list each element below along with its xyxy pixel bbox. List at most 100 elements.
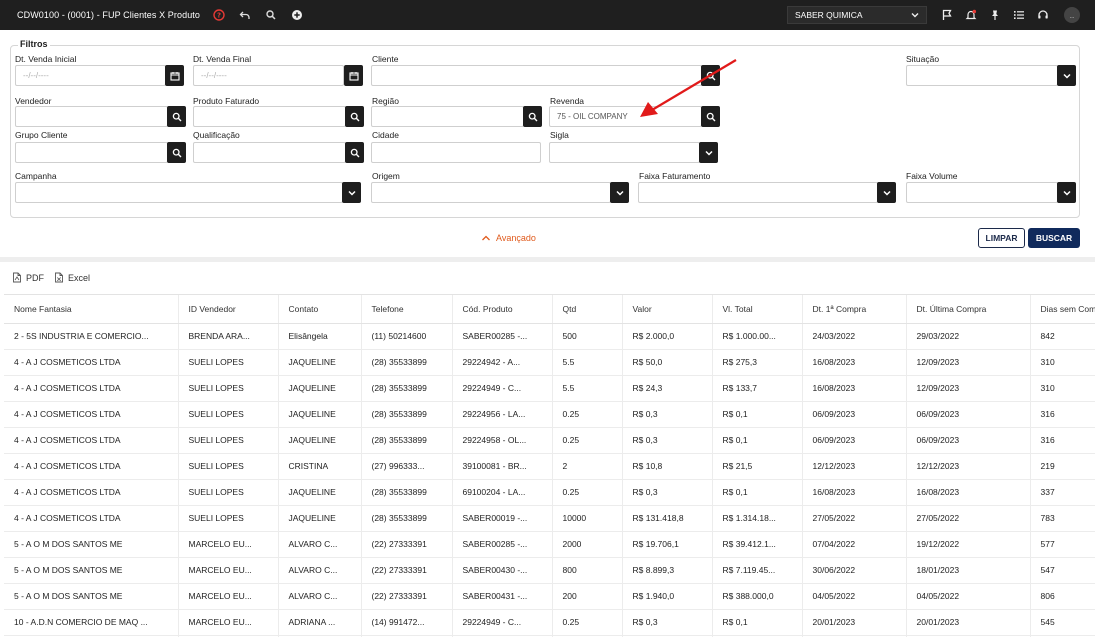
table-cell: 783 (1030, 505, 1095, 532)
notification-bell-icon[interactable] (964, 8, 978, 22)
advanced-toggle[interactable]: Avançado (481, 233, 536, 243)
table-cell: MARCELO EU... (178, 531, 279, 558)
sigla-dropdown-button[interactable] (699, 142, 718, 163)
situacao-select[interactable] (906, 65, 1058, 86)
cidade-field[interactable] (371, 142, 541, 163)
column-header[interactable]: Vl. Total (712, 295, 803, 324)
table-cell: 219 (1030, 453, 1095, 480)
table-cell: R$ 1.314.18... (712, 505, 803, 532)
column-header[interactable]: ID Vendedor (178, 295, 279, 324)
regiao-search-button[interactable] (523, 106, 542, 127)
search-icon[interactable] (264, 8, 278, 22)
table-cell: 4 - A J COSMETICOS LTDA (4, 453, 179, 480)
faixa-volume-dropdown-button[interactable] (1057, 182, 1076, 203)
vendedor-field[interactable] (15, 106, 168, 127)
table-cell: SABER00019 -... (452, 505, 553, 532)
table-cell: BRENDA ARA... (178, 323, 279, 350)
list-icon[interactable] (1012, 8, 1026, 22)
revenda-search-button[interactable] (701, 106, 720, 127)
table-cell: 06/09/2023 (906, 427, 1031, 454)
export-pdf-button[interactable]: PDF (12, 272, 44, 283)
revenda-field[interactable]: 75 - OIL COMPANY (549, 106, 702, 127)
table-cell: JAQUELINE (278, 375, 362, 402)
table-cell: 10 - A.D.N COMERCIO DE MAQ ... (4, 609, 179, 636)
title-bar: CDW0100 - (0001) - FUP Clientes X Produt… (0, 0, 1095, 30)
column-header[interactable]: Cód. Produto (452, 295, 553, 324)
search-button[interactable]: BUSCAR (1028, 228, 1080, 248)
table-cell: 5.5 (552, 349, 623, 376)
table-cell: 5 - A O M DOS SANTOS ME (4, 583, 179, 610)
column-header[interactable]: Dt. 1ª Compra (802, 295, 907, 324)
campanha-select[interactable] (15, 182, 343, 203)
table-row[interactable]: 4 - A J COSMETICOS LTDA SUELI LOPES JAQUEL… (4, 375, 1095, 402)
headset-icon[interactable] (1036, 8, 1050, 22)
dt-venda-final-calendar-button[interactable] (344, 65, 363, 86)
table-row[interactable]: 10 - A.D.N COMERCIO DE MAQ ... MARCELO EU… (4, 609, 1095, 636)
search-icon (350, 112, 359, 121)
table-row[interactable]: 4 - A J COSMETICOS LTDA SUELI LOPES JAQUEL… (4, 349, 1095, 376)
table-row[interactable]: 4 - A J COSMETICOS LTDA SUELI LOPES JAQUEL… (4, 401, 1095, 428)
qualificacao-label: Qualificação (193, 130, 240, 140)
back-icon[interactable] (238, 8, 252, 22)
cidade-label: Cidade (372, 130, 399, 140)
produto-faturado-search-button[interactable] (345, 106, 364, 127)
company-select[interactable]: SABER QUIMICA (787, 6, 927, 24)
table-row[interactable]: 5 - A O M DOS SANTOS ME MARCELO EU... ALVA… (4, 531, 1095, 558)
campanha-dropdown-button[interactable] (342, 182, 361, 203)
pin-icon[interactable] (988, 8, 1002, 22)
faixa-faturamento-select[interactable] (638, 182, 878, 203)
table-cell: (28) 35533899 (361, 375, 453, 402)
clear-button[interactable]: LIMPAR (978, 228, 1025, 248)
chevron-down-icon (882, 190, 891, 196)
dt-venda-inicial-field[interactable]: --/--/---- (15, 65, 166, 86)
table-row[interactable]: 4 - A J COSMETICOS LTDA SUELI LOPES CRISTI… (4, 453, 1095, 480)
table-row[interactable]: 4 - A J COSMETICOS LTDA SUELI LOPES JAQUEL… (4, 427, 1095, 454)
table-row[interactable]: 2 - 5S INDUSTRIA E COMERCIO... BRENDA ARA… (4, 323, 1095, 350)
sigla-select[interactable] (549, 142, 700, 163)
table-cell: (28) 35533899 (361, 505, 453, 532)
origem-dropdown-button[interactable] (610, 182, 629, 203)
add-icon[interactable] (290, 8, 304, 22)
column-header[interactable]: Valor (622, 295, 713, 324)
column-header[interactable]: Telefone (361, 295, 453, 324)
column-header[interactable]: Dias sem Compra (1030, 295, 1095, 324)
flag-icon[interactable] (940, 8, 954, 22)
qualificacao-field[interactable] (193, 142, 346, 163)
column-header[interactable]: Qtd (552, 295, 623, 324)
cliente-search-button[interactable] (701, 65, 720, 86)
table-cell: R$ 10,8 (622, 453, 713, 480)
column-header[interactable]: Nome Fantasia (4, 295, 179, 324)
grupo-cliente-field[interactable] (15, 142, 168, 163)
table-cell: 10000 (552, 505, 623, 532)
table-cell: 547 (1030, 557, 1095, 584)
faixa-faturamento-dropdown-button[interactable] (877, 182, 896, 203)
situacao-dropdown-button[interactable] (1057, 65, 1076, 86)
grupo-cliente-search-button[interactable] (167, 142, 186, 163)
table-cell: 12/09/2023 (906, 349, 1031, 376)
table-row[interactable]: 4 - A J COSMETICOS LTDA SUELI LOPES JAQUEL… (4, 505, 1095, 532)
dt-venda-final-field[interactable]: --/--/---- (193, 65, 344, 86)
cliente-field[interactable] (371, 65, 702, 86)
produto-faturado-field[interactable] (193, 106, 346, 127)
chevron-down-icon (910, 10, 920, 22)
faixa-volume-select[interactable] (906, 182, 1058, 203)
dt-venda-inicial-calendar-button[interactable] (165, 65, 184, 86)
column-header[interactable]: Contato (278, 295, 362, 324)
origem-select[interactable] (371, 182, 611, 203)
user-menu-button[interactable]: .. (1064, 7, 1080, 23)
regiao-field[interactable] (371, 106, 524, 127)
table-cell: R$ 275,3 (712, 349, 803, 376)
vendedor-search-button[interactable] (167, 106, 186, 127)
column-header[interactable]: Dt. Última Compra (906, 295, 1031, 324)
qualificacao-search-button[interactable] (345, 142, 364, 163)
chevron-down-icon (1062, 190, 1071, 196)
chevron-down-icon (347, 190, 356, 196)
table-row[interactable]: 5 - A O M DOS SANTOS ME MARCELO EU... ALVA… (4, 557, 1095, 584)
help-icon[interactable]: ? (212, 8, 226, 22)
table-row[interactable]: 4 - A J COSMETICOS LTDA SUELI LOPES JAQUEL… (4, 479, 1095, 506)
table-cell: R$ 0,1 (712, 427, 803, 454)
chevron-down-icon (1062, 73, 1071, 79)
table-cell: (28) 35533899 (361, 401, 453, 428)
table-row[interactable]: 5 - A O M DOS SANTOS ME MARCELO EU... ALVA… (4, 583, 1095, 610)
export-excel-button[interactable]: Excel (54, 272, 90, 283)
